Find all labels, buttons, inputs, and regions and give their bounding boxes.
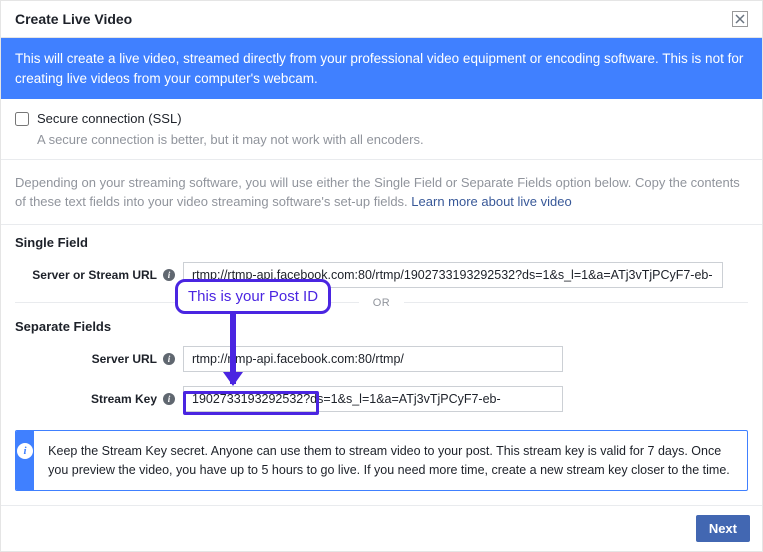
single-field-heading: Single Field <box>1 225 762 258</box>
stream-key-row: Stream Key i <box>1 382 762 416</box>
info-icon[interactable]: i <box>163 269 175 281</box>
ssl-help-text: A secure connection is better, but it ma… <box>37 132 748 147</box>
server-or-stream-url-label: Server or Stream URL i <box>15 268 175 282</box>
info-icon[interactable]: i <box>163 393 175 405</box>
dialog-footer: Next <box>1 505 762 551</box>
intro-text: Depending on your streaming software, yo… <box>1 160 762 225</box>
stream-key-label: Stream Key i <box>15 392 175 406</box>
info-icon[interactable]: i <box>163 353 175 365</box>
stream-key-input[interactable] <box>183 386 563 412</box>
or-label: OR <box>359 297 405 309</box>
info-banner: This will create a live video, streamed … <box>1 38 762 99</box>
ssl-checkbox-row[interactable]: Secure connection (SSL) <box>15 111 748 126</box>
ssl-checkbox[interactable] <box>15 112 29 126</box>
dialog-title: Create Live Video <box>15 11 132 27</box>
single-field-row: Server or Stream URL i <box>1 258 762 292</box>
ssl-label: Secure connection (SSL) <box>37 111 182 126</box>
ssl-section: Secure connection (SSL) A secure connect… <box>1 99 762 160</box>
dialog-titlebar: Create Live Video <box>1 1 762 38</box>
stream-key-warning-text: Keep the Stream Key secret. Anyone can u… <box>34 431 747 491</box>
stream-key-warning: i Keep the Stream Key secret. Anyone can… <box>15 430 748 492</box>
info-icon-column: i <box>16 431 34 491</box>
info-icon: i <box>17 443 33 459</box>
separate-fields-heading: Separate Fields <box>1 309 762 342</box>
server-url-row: Server URL i <box>1 342 762 376</box>
server-url-label: Server URL i <box>15 352 175 366</box>
server-or-stream-url-input[interactable] <box>183 262 723 288</box>
close-icon[interactable] <box>732 11 748 27</box>
or-divider: OR <box>15 302 748 303</box>
server-url-input[interactable] <box>183 346 563 372</box>
next-button[interactable]: Next <box>696 515 750 542</box>
learn-more-link[interactable]: Learn more about live video <box>411 194 571 209</box>
intro-body: Depending on your streaming software, yo… <box>15 175 740 209</box>
